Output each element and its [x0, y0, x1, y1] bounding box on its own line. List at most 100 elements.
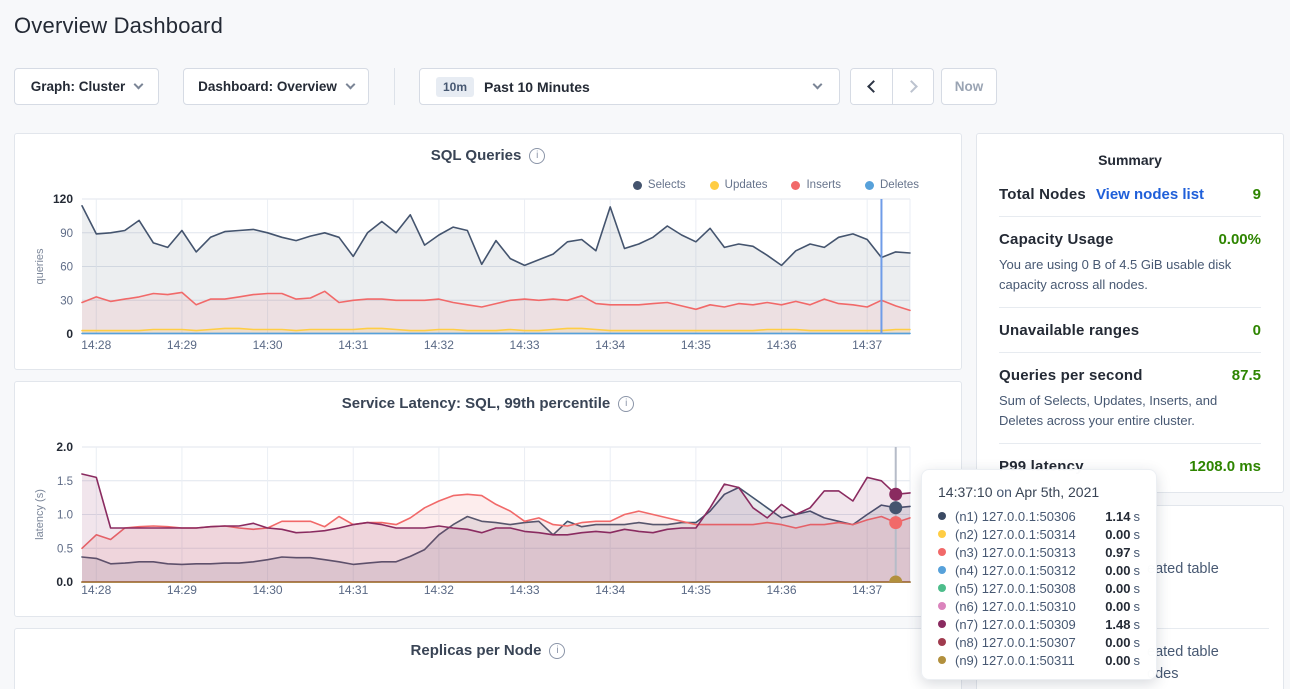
- tooltip-node-row: (n1) 127.0.0.1:503061.14s: [938, 507, 1140, 525]
- tooltip-node-value: 0.00: [1105, 653, 1130, 668]
- summary-item: Unavailable ranges 0: [999, 308, 1261, 353]
- chevron-left-icon: [867, 80, 880, 93]
- chevron-down-icon: [345, 80, 355, 90]
- tooltip-value-unit: s: [1134, 599, 1141, 614]
- tooltip-value-unit: s: [1134, 509, 1141, 524]
- tooltip-node-row: (n8) 127.0.0.1:503070.00s: [938, 633, 1140, 651]
- summary-item-label: Queries per second: [999, 367, 1143, 384]
- time-range-label: Past 10 Minutes: [484, 79, 590, 95]
- service-latency-chart[interactable]: 0.00.51.01.52.014:2814:2914:3014:3114:32…: [16, 428, 962, 613]
- node-color-dot: [938, 548, 946, 556]
- summary-item-value: 0: [1253, 322, 1261, 339]
- tooltip-node-value: 1.48: [1105, 617, 1130, 632]
- svg-text:0: 0: [66, 327, 73, 341]
- svg-text:14:37: 14:37: [852, 338, 882, 352]
- tooltip-value-unit: s: [1134, 581, 1141, 596]
- tooltip-node-label: (n2) 127.0.0.1:50314: [955, 527, 1105, 542]
- summary-item: Queries per second87.5Sum of Selects, Up…: [999, 353, 1261, 444]
- tooltip-node-row: (n7) 127.0.0.1:503091.48s: [938, 615, 1140, 633]
- service-latency-chart-title: Service Latency: SQL, 99th percentile: [342, 395, 610, 412]
- node-color-dot: [938, 566, 946, 574]
- tooltip-value-unit: s: [1134, 617, 1141, 632]
- svg-text:2.0: 2.0: [56, 440, 73, 454]
- time-prev-button[interactable]: [851, 69, 892, 104]
- summary-item: Total Nodes View nodes list 9: [999, 172, 1261, 217]
- summary-item-label: Capacity Usage: [999, 231, 1114, 248]
- summary-item: Capacity Usage0.00%You are using 0 B of …: [999, 217, 1261, 308]
- svg-text:14:29: 14:29: [167, 338, 197, 352]
- chart-title-row: Replicas per Node i: [15, 642, 961, 659]
- tooltip-node-label: (n5) 127.0.0.1:50308: [955, 581, 1105, 596]
- svg-text:14:35: 14:35: [681, 583, 711, 597]
- tooltip-node-row: (n3) 127.0.0.1:503130.97s: [938, 543, 1140, 561]
- now-button[interactable]: Now: [941, 68, 997, 105]
- tooltip-node-value: 0.00: [1105, 563, 1130, 578]
- summary-item-label: Total Nodes: [999, 186, 1086, 203]
- graph-dropdown-label: Graph: Cluster: [31, 79, 126, 94]
- summary-items: Total Nodes View nodes list 9 Capacity Usag…: [977, 168, 1283, 488]
- event-text-fragment: eated table: [1147, 644, 1219, 660]
- summary-item-description: Sum of Selects, Updates, Inserts, and De…: [999, 391, 1261, 430]
- tooltip-rows: (n1) 127.0.0.1:503061.14s(n2) 127.0.0.1:…: [938, 507, 1140, 669]
- summary-panel: Summary Total NodesView nodes list9Capac…: [976, 133, 1284, 493]
- tooltip-value-unit: s: [1134, 635, 1141, 650]
- tooltip-node-row: (n5) 127.0.0.1:503080.00 s: [938, 579, 1140, 597]
- svg-text:14:29: 14:29: [167, 583, 197, 597]
- node-color-dot: [938, 602, 946, 610]
- summary-item-value: 9: [1253, 186, 1261, 203]
- tooltip-node-value: 0.00: [1105, 527, 1130, 542]
- event-text-fragment: eated table: [1147, 561, 1219, 577]
- tooltip-node-row: (n2) 127.0.0.1:503140.00 s: [938, 525, 1140, 543]
- svg-text:latency (s): latency (s): [34, 489, 46, 540]
- time-next-button[interactable]: [892, 69, 933, 104]
- tooltip-node-row: (n9) 127.0.0.1:503110.00 s: [938, 651, 1140, 669]
- node-color-dot: [938, 638, 946, 646]
- tooltip-node-value: 0.00: [1105, 599, 1130, 614]
- tooltip-timestamp: 14:37:10 on Apr 5th, 2021: [938, 484, 1140, 500]
- tooltip-node-label: (n4) 127.0.0.1:50312: [955, 563, 1105, 578]
- time-range-dropdown[interactable]: 10m Past 10 Minutes: [419, 68, 840, 105]
- tooltip-value-unit: s: [1134, 527, 1141, 542]
- info-icon[interactable]: i: [529, 148, 545, 164]
- chart-title-row: SQL Queries i: [15, 147, 961, 164]
- svg-text:14:32: 14:32: [424, 583, 454, 597]
- svg-text:14:34: 14:34: [595, 583, 625, 597]
- svg-text:14:36: 14:36: [767, 338, 797, 352]
- svg-text:14:30: 14:30: [253, 338, 283, 352]
- svg-text:14:35: 14:35: [681, 338, 711, 352]
- info-icon[interactable]: i: [618, 396, 634, 412]
- node-color-dot: [938, 584, 946, 592]
- graph-dropdown[interactable]: Graph: Cluster: [14, 68, 159, 105]
- summary-item-value: 1208.0 ms: [1189, 458, 1261, 475]
- overview-dashboard-page: Overview Dashboard Graph: Cluster Dashbo…: [0, 0, 1290, 689]
- node-color-dot: [938, 656, 946, 664]
- view-nodes-list-link[interactable]: View nodes list: [1096, 186, 1204, 203]
- tooltip-node-label: (n6) 127.0.0.1:50310: [955, 599, 1105, 614]
- time-nav-group: [850, 68, 934, 105]
- sql-queries-chart[interactable]: 030609012014:2814:2914:3014:3114:3214:33…: [16, 186, 962, 371]
- info-icon[interactable]: i: [549, 643, 565, 659]
- sql-queries-chart-title: SQL Queries: [431, 147, 522, 164]
- node-color-dot: [938, 620, 946, 628]
- svg-text:1.0: 1.0: [57, 510, 73, 522]
- chart-hover-tooltip: 14:37:10 on Apr 5th, 2021 (n1) 127.0.0.1…: [921, 469, 1157, 680]
- summary-item-label: Unavailable ranges: [999, 322, 1139, 339]
- tooltip-node-value: 1.14: [1105, 509, 1130, 524]
- tooltip-node-label: (n9) 127.0.0.1:50311: [955, 653, 1105, 668]
- svg-text:queries: queries: [34, 248, 46, 285]
- summary-item-value: 0.00%: [1218, 231, 1261, 248]
- tooltip-value-unit: s: [1134, 653, 1141, 668]
- service-latency-chart-panel: Service Latency: SQL, 99th percentile i …: [14, 381, 962, 617]
- tooltip-node-value: 0.00: [1105, 581, 1130, 596]
- node-color-dot: [938, 530, 946, 538]
- svg-text:14:36: 14:36: [767, 583, 797, 597]
- svg-text:0.0: 0.0: [56, 575, 73, 589]
- dashboard-dropdown[interactable]: Dashboard: Overview: [183, 68, 369, 105]
- replicas-per-node-chart-panel: Replicas per Node i: [14, 628, 962, 689]
- svg-text:14:31: 14:31: [338, 338, 368, 352]
- svg-text:1.5: 1.5: [57, 476, 73, 488]
- svg-text:120: 120: [53, 192, 73, 206]
- svg-text:30: 30: [60, 295, 73, 307]
- chart-title-row: Service Latency: SQL, 99th percentile i: [15, 395, 961, 412]
- tooltip-value-unit: s: [1134, 563, 1141, 578]
